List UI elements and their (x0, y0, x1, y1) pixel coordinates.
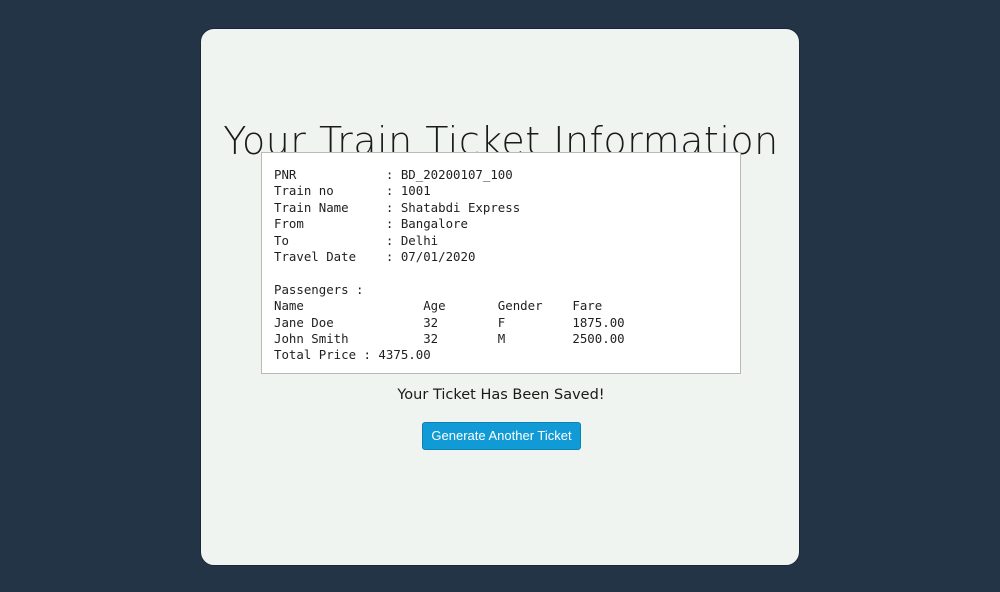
ticket-details-box: PNR : BD_20200107_100 Train no : 1001 Tr… (261, 152, 741, 374)
generate-another-ticket-button[interactable]: Generate Another Ticket (422, 422, 581, 450)
ticket-card: Your Train Ticket Information PNR : BD_2… (200, 28, 800, 566)
ticket-saved-message: Your Ticket Has Been Saved! (397, 387, 605, 403)
ticket-details-text: PNR : BD_20200107_100 Train no : 1001 Tr… (274, 167, 625, 363)
